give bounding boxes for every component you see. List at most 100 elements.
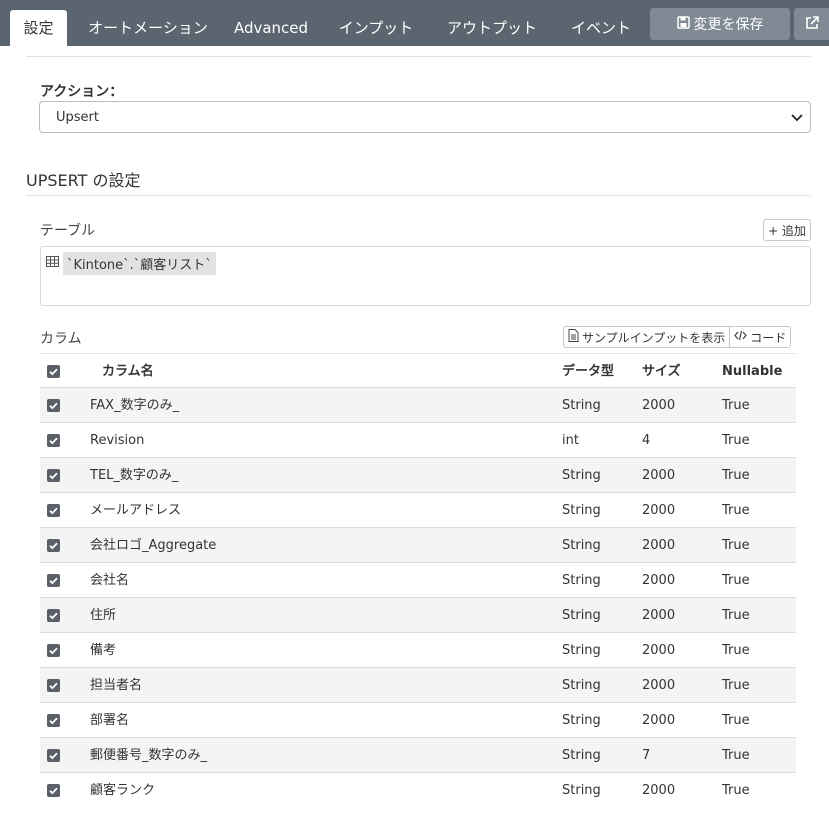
row-checkbox[interactable] (47, 399, 60, 412)
tab-output[interactable]: アウトプット (440, 10, 544, 46)
column-name: FAX_数字のみ_ (90, 398, 180, 413)
sample-input-label: サンプルインプットを表示 (582, 330, 726, 345)
action-select[interactable]: Upsert (39, 101, 811, 133)
column-size: 2000 (642, 398, 676, 413)
action-select-value: Upsert (56, 109, 99, 125)
save-button-label: 変更を保存 (693, 17, 764, 33)
header-column-name: カラム名 (102, 364, 154, 379)
column-nullable: True (722, 503, 750, 518)
table-row: Revision int 4 True (40, 423, 796, 458)
table-label: テーブル (40, 223, 96, 239)
column-name: TEL_数字のみ_ (90, 468, 179, 483)
column-type: String (562, 713, 601, 728)
column-type: String (562, 783, 601, 798)
column-type: String (562, 538, 601, 553)
header-size: サイズ (642, 364, 681, 379)
table-row: 顧客ランク String 2000 True (40, 773, 796, 808)
row-checkbox[interactable] (47, 679, 60, 692)
tab-automation[interactable]: オートメーション (82, 10, 214, 46)
column-type: String (562, 748, 601, 763)
table-row: 郵便番号_数字のみ_ String 7 True (40, 738, 796, 773)
table-row: 住所 String 2000 True (40, 598, 796, 633)
columns-button-group: サンプルインプットを表示 コード (563, 326, 792, 348)
row-checkbox[interactable] (47, 644, 60, 657)
table-header-row: カラム名 データ型 サイズ Nullable (40, 353, 796, 388)
column-type: String (562, 468, 601, 483)
column-nullable: True (722, 783, 750, 798)
column-type: String (562, 398, 601, 413)
column-nullable: True (722, 608, 750, 623)
row-checkbox[interactable] (47, 504, 60, 517)
column-nullable: True (722, 433, 750, 448)
external-link-icon (805, 15, 819, 34)
columns-table: カラム名 データ型 サイズ Nullable FAX_数字のみ_ String … (40, 353, 796, 808)
table-row: 会社ロゴ_Aggregate String 2000 True (40, 528, 796, 563)
column-size: 7 (642, 748, 651, 763)
select-all-checkbox[interactable] (47, 365, 60, 378)
column-type: String (562, 643, 601, 658)
table-row: 備考 String 2000 True (40, 633, 796, 668)
column-size: 2000 (642, 783, 676, 798)
floppy-icon (676, 15, 690, 33)
column-size: 2000 (642, 713, 676, 728)
column-nullable: True (722, 748, 750, 763)
add-table-button[interactable]: + 追加 (763, 219, 811, 241)
column-size: 2000 (642, 643, 676, 658)
column-nullable: True (722, 398, 750, 413)
column-nullable: True (722, 713, 750, 728)
column-nullable: True (722, 643, 750, 658)
tab-input[interactable]: インプット (330, 10, 422, 46)
column-name: 住所 (90, 608, 117, 623)
column-nullable: True (722, 573, 750, 588)
tab-settings[interactable]: 設定 (10, 10, 67, 46)
table-row: FAX_数字のみ_ String 2000 True (40, 388, 796, 423)
table-icon (46, 256, 59, 271)
row-checkbox[interactable] (47, 784, 60, 797)
save-button[interactable]: 変更を保存 (650, 8, 790, 40)
table-list: `Kintone`.`顧客リスト` (40, 246, 811, 306)
tab-bar: 設定 オートメーション Advanced インプット アウトプット イベント 変… (0, 0, 829, 46)
header-data-type: データ型 (562, 364, 615, 379)
row-checkbox[interactable] (47, 574, 60, 587)
table-row: メールアドレス String 2000 True (40, 493, 796, 528)
column-size: 2000 (642, 608, 676, 623)
column-name: Revision (90, 433, 145, 448)
column-name: 担当者名 (90, 678, 143, 693)
column-size: 2000 (642, 573, 676, 588)
table-row: TEL_数字のみ_ String 2000 True (40, 458, 796, 493)
column-name: 部署名 (90, 713, 130, 728)
table-row: 担当者名 String 2000 True (40, 668, 796, 703)
table-item[interactable]: `Kintone`.`顧客リスト` (46, 252, 216, 275)
divider (26, 56, 811, 57)
tab-advanced[interactable]: Advanced (230, 10, 312, 46)
row-checkbox[interactable] (47, 539, 60, 552)
tab-event[interactable]: イベント (562, 10, 640, 46)
row-checkbox[interactable] (47, 434, 60, 447)
sample-input-button[interactable]: サンプルインプットを表示 (564, 327, 729, 347)
external-link-button[interactable] (794, 8, 829, 40)
header-nullable: Nullable (722, 364, 783, 379)
section-divider (26, 195, 811, 196)
column-size: 2000 (642, 503, 676, 518)
row-checkbox[interactable] (47, 749, 60, 762)
column-type: String (562, 503, 601, 518)
action-label: アクション： (40, 84, 124, 100)
column-name: 会社ロゴ_Aggregate (90, 538, 217, 553)
code-icon (734, 330, 748, 344)
table-row: 会社名 String 2000 True (40, 563, 796, 598)
chevron-down-icon (788, 108, 806, 130)
row-checkbox[interactable] (47, 469, 60, 482)
column-type: String (562, 608, 601, 623)
row-checkbox[interactable] (47, 714, 60, 727)
column-size: 2000 (642, 468, 676, 483)
column-size: 2000 (642, 538, 676, 553)
code-button[interactable]: コード (729, 327, 790, 347)
row-checkbox[interactable] (47, 609, 60, 622)
column-name: 備考 (90, 643, 117, 658)
column-type: String (562, 573, 601, 588)
column-type: int (562, 433, 579, 448)
section-title: UPSERT の設定 (26, 171, 141, 190)
column-nullable: True (722, 538, 750, 553)
document-icon (568, 329, 579, 345)
column-name: 郵便番号_数字のみ_ (90, 748, 208, 763)
